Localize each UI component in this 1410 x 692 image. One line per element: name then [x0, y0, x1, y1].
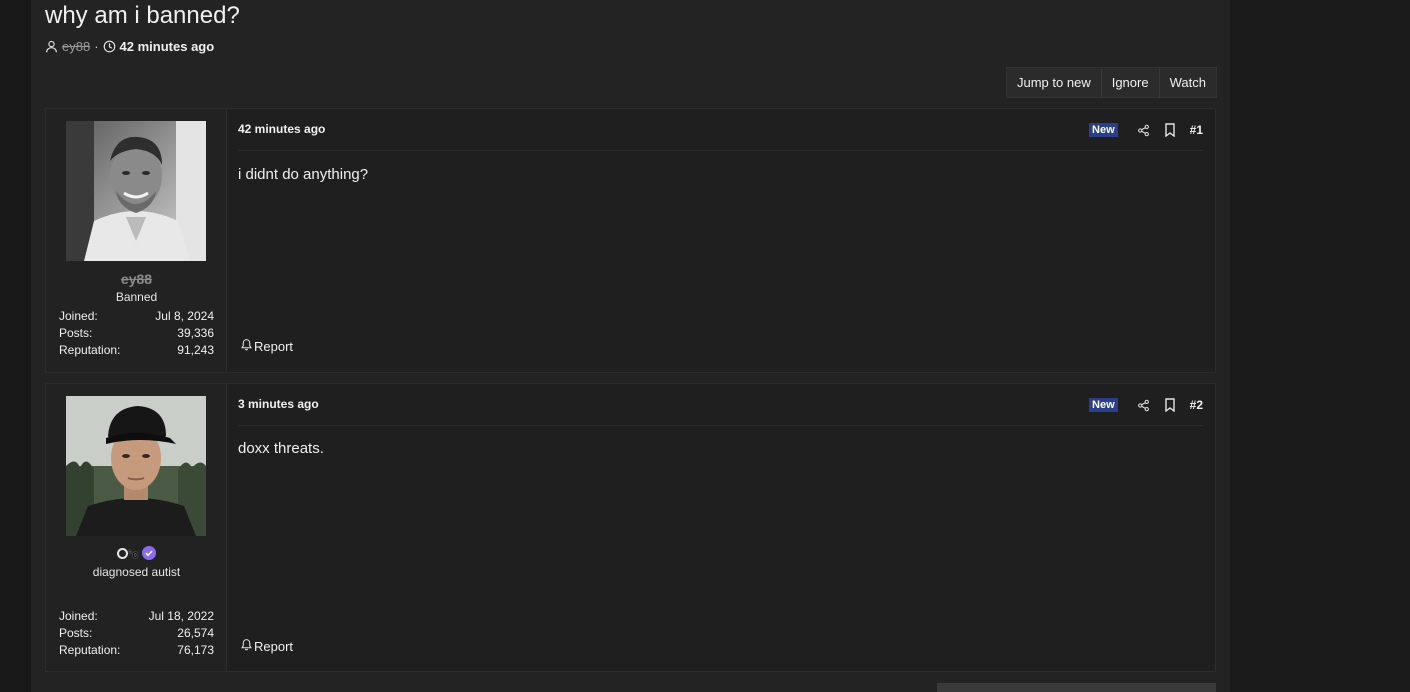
report-label: Report	[254, 338, 294, 354]
meta-separator: ·	[94, 39, 99, 54]
user-icon	[45, 40, 58, 53]
post-username-text: °c	[127, 549, 139, 561]
reputation-label: Reputation:	[59, 643, 121, 657]
post-content: 3 minutes ago New #2 doxx threats. Repor…	[238, 384, 1203, 671]
posts-label: Posts:	[59, 626, 93, 640]
avatar[interactable]	[66, 396, 206, 536]
bell-icon	[240, 638, 253, 654]
user-title: Banned	[115, 290, 158, 304]
post-number-link[interactable]: #2	[1190, 398, 1203, 412]
user-title: diagnosed autist	[92, 565, 181, 579]
report-button[interactable]: Report	[240, 338, 293, 354]
thread-time-link[interactable]: 42 minutes ago	[120, 39, 215, 54]
bell-icon	[240, 338, 253, 354]
posts-value: 39,336	[177, 326, 214, 340]
joined-value: Jul 18, 2022	[148, 609, 214, 623]
post-body: i didnt do anything?	[238, 166, 369, 183]
orc-ring-icon	[116, 547, 128, 559]
reputation-label: Reputation:	[59, 343, 121, 357]
user-stats: Joined: Jul 8, 2024 Posts: 39,336 Reputati…	[59, 308, 214, 359]
joined-value: Jul 8, 2024	[155, 309, 214, 323]
ignore-button[interactable]: Ignore	[1102, 68, 1160, 97]
avatar[interactable]	[66, 121, 206, 261]
bookmark-icon[interactable]	[1157, 121, 1184, 139]
joined-label: Joined:	[59, 309, 98, 323]
thread-title: why am i banned?	[45, 2, 240, 29]
posts-value: 26,574	[177, 626, 214, 640]
post-username[interactable]: ey88	[46, 271, 227, 287]
clock-icon	[103, 40, 116, 53]
posts-label: Posts:	[59, 326, 93, 340]
post-user-info: °c diagnosed autist Joined: Jul 18, 2022 …	[46, 384, 227, 671]
reputation-value: 91,243	[177, 343, 214, 357]
user-stats: Joined: Jul 18, 2022 Posts: 26,574 Reputat…	[59, 608, 214, 659]
share-icon[interactable]	[1130, 396, 1157, 414]
post-content: 42 minutes ago New #1 i didnt do anythin…	[238, 109, 1203, 372]
post-date-link[interactable]: 42 minutes ago	[238, 122, 325, 136]
joined-label: Joined:	[59, 609, 98, 623]
post-1: ey88 Banned Joined: Jul 8, 2024 Posts: 39,…	[45, 108, 1216, 373]
post-user-info: ey88 Banned Joined: Jul 8, 2024 Posts: 39,…	[46, 109, 227, 372]
report-label: Report	[254, 638, 294, 654]
post-header: 3 minutes ago New #2	[238, 384, 1203, 426]
jump-to-new-button[interactable]: Jump to new	[1007, 68, 1102, 97]
bottom-partial-button[interactable]	[937, 683, 1216, 692]
post-actions: New #2	[1089, 396, 1203, 414]
post-2: °c diagnosed autist Joined: Jul 18, 2022 …	[45, 383, 1216, 672]
report-button[interactable]: Report	[240, 638, 293, 654]
post-username[interactable]: °c	[46, 545, 227, 561]
new-badge: New	[1089, 398, 1118, 412]
new-badge: New	[1089, 123, 1118, 137]
post-number-link[interactable]: #1	[1190, 123, 1203, 137]
thread-author-link[interactable]: ey88	[62, 39, 90, 54]
reputation-value: 76,173	[177, 643, 214, 657]
post-header: 42 minutes ago New #1	[238, 109, 1203, 151]
post-date-link[interactable]: 3 minutes ago	[238, 397, 319, 411]
bookmark-icon[interactable]	[1157, 396, 1184, 414]
thread-meta: ey88 · 42 minutes ago	[45, 39, 214, 54]
right-gutter	[1230, 0, 1410, 692]
post-body: doxx threats.	[238, 440, 324, 457]
post-actions: New #1	[1089, 121, 1203, 139]
verified-icon	[142, 546, 157, 561]
watch-button[interactable]: Watch	[1160, 68, 1216, 97]
share-icon[interactable]	[1130, 121, 1157, 139]
thread-actions: Jump to new Ignore Watch	[1006, 67, 1217, 98]
